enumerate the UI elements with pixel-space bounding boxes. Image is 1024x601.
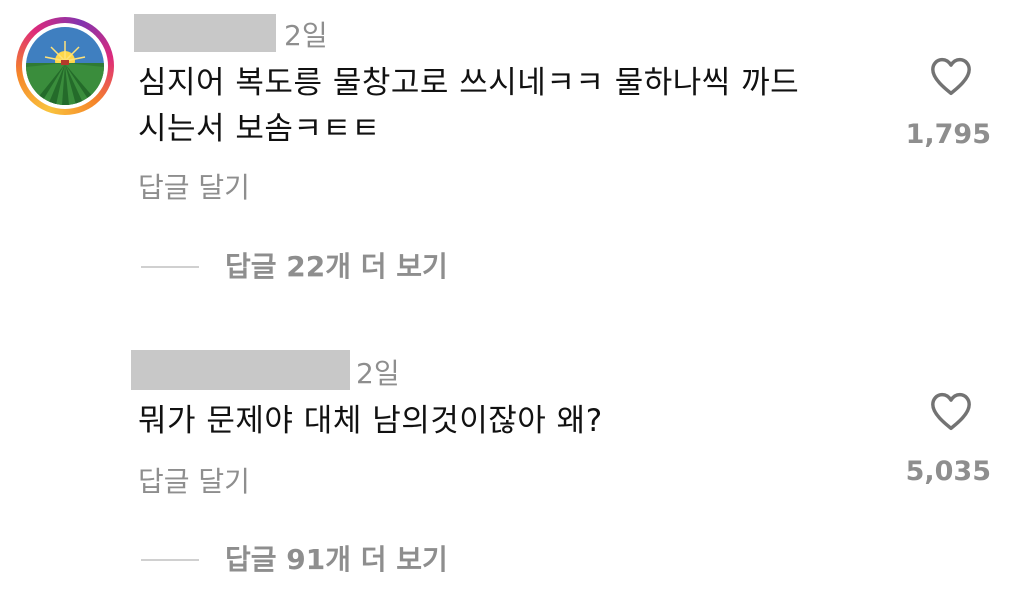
view-replies-button[interactable]: 답글 91개 더 보기 xyxy=(141,540,448,580)
comment-item: 2일 뭐가 문제야 대체 남의것이잖아 왜? 답글 달기 답글 91개 더 보기… xyxy=(0,300,1024,601)
comment-text: 뭐가 문제야 대체 남의것이잖아 왜? xyxy=(138,403,603,439)
heart-icon[interactable] xyxy=(929,56,973,96)
like-count: 5,035 xyxy=(905,456,991,487)
username-redacted[interactable] xyxy=(134,14,276,52)
reply-button[interactable]: 답글 달기 xyxy=(138,468,250,496)
replies-divider xyxy=(141,266,199,268)
comment-text: 심지어 복도릉 물창고로 쓰시네ㅋㅋ 물하나씩 까드 시는서 보솜ㅋㅌㅌ xyxy=(138,65,800,147)
comment-time: 2일 xyxy=(284,19,328,52)
reply-button[interactable]: 답글 달기 xyxy=(138,174,250,202)
heart-icon[interactable] xyxy=(929,391,973,431)
avatar-image xyxy=(26,27,104,105)
replies-divider xyxy=(141,559,199,561)
like-count: 1,795 xyxy=(905,119,991,150)
view-replies-button[interactable]: 답글 22개 더 보기 xyxy=(141,247,448,287)
comment-item: 2일 심지어 복도릉 물창고로 쓰시네ㅋㅋ 물하나씩 까드 시는서 보솜ㅋㅌㅌ … xyxy=(0,0,1024,300)
comment-time: 2일 xyxy=(356,357,400,390)
avatar[interactable] xyxy=(16,17,114,115)
username-redacted[interactable] xyxy=(131,350,350,390)
